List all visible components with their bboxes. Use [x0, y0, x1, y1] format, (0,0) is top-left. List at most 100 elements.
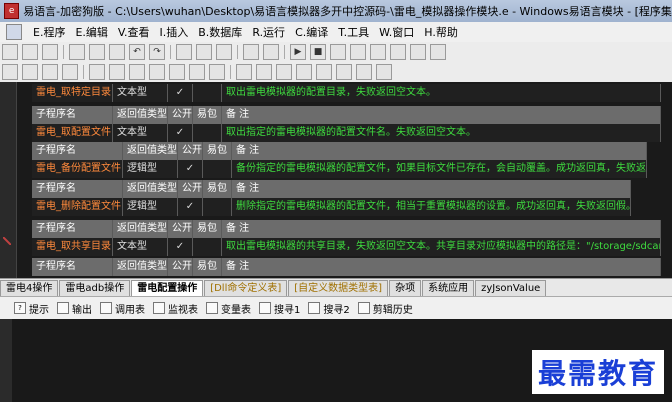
easy-package-cell[interactable]: [203, 198, 232, 216]
format-icon[interactable]: [256, 64, 272, 80]
public-check[interactable]: ✓: [178, 160, 203, 178]
format-icon[interactable]: [356, 64, 372, 80]
table-row[interactable]: 雷电_删除配置文件 逻辑型 ✓ 删除指定的雷电模拟器的配置文件，相当于重置模拟器…: [32, 198, 631, 216]
tab-misc[interactable]: 杂项: [389, 280, 422, 296]
panel-tab-clip-history[interactable]: 剪辑历史: [357, 301, 413, 316]
menu-insert[interactable]: I.插入: [155, 24, 194, 40]
menu-tools[interactable]: T.工具: [333, 24, 374, 40]
subroutine-name[interactable]: 雷电_取特定目录: [32, 84, 113, 102]
compile-icon[interactable]: [430, 44, 446, 60]
panel-tab-search2[interactable]: 搜寻2: [308, 301, 350, 316]
replace-icon[interactable]: [196, 44, 212, 60]
tab-system-apps[interactable]: 系统应用: [422, 280, 475, 296]
public-check[interactable]: ✓: [168, 84, 193, 102]
format-icon[interactable]: [42, 64, 58, 80]
table-row[interactable]: 雷电_取共享目录 文本型 ✓ 取出雷电模拟器的共享目录，失败返回空文本。共享目录…: [32, 238, 661, 256]
code-editor[interactable]: 雷电_取特定目录 文本型 ✓ 取出雷电模拟器的配置目录，失败返回空文本。 子程序…: [0, 82, 672, 278]
format-icon[interactable]: [89, 64, 105, 80]
open-file-icon[interactable]: [22, 44, 38, 60]
breakpoint-icon[interactable]: [410, 44, 426, 60]
panel-tab-call-table[interactable]: 调用表: [100, 301, 145, 316]
menu-help[interactable]: H.帮助: [419, 24, 463, 40]
tab-leidian4[interactable]: 雷电4操作: [0, 280, 59, 296]
menu-compile[interactable]: C.编译: [290, 24, 333, 40]
table-row[interactable]: 雷电_取配置文件 文本型 ✓ 取出指定的雷电模拟器的配置文件名。失败返回空文本。: [32, 124, 661, 142]
panel-tab-hint[interactable]: ? 提示: [14, 301, 49, 316]
list-icon[interactable]: [263, 44, 279, 60]
step-over-icon[interactable]: [350, 44, 366, 60]
easy-package-cell[interactable]: [203, 160, 232, 178]
note-cell[interactable]: 取出雷电模拟器的共享目录，失败返回空文本。共享目录对应模拟器中的路径是："/st…: [222, 238, 661, 256]
note-cell[interactable]: 取出雷电模拟器的配置目录，失败返回空文本。: [222, 84, 661, 102]
undo-icon[interactable]: ↶: [129, 44, 145, 60]
redo-icon[interactable]: ↷: [149, 44, 165, 60]
note-cell[interactable]: 备份指定的雷电模拟器的配置文件，如果目标文件已存在，会自动覆盖。成功返回真，失败…: [232, 160, 647, 178]
format-icon[interactable]: [189, 64, 205, 80]
cut-icon[interactable]: [69, 44, 85, 60]
find-icon[interactable]: [176, 44, 192, 60]
easy-package-cell[interactable]: [193, 124, 222, 142]
panel-tab-variables[interactable]: 变量表: [206, 301, 251, 316]
panel-tab-watch[interactable]: 监视表: [153, 301, 198, 316]
tab-zyjsonvalue[interactable]: zyJsonValue: [475, 280, 547, 296]
format-icon[interactable]: [149, 64, 165, 80]
save-icon[interactable]: [42, 44, 58, 60]
run-to-cursor-icon[interactable]: [390, 44, 406, 60]
easy-package-cell[interactable]: [193, 238, 222, 256]
new-file-icon[interactable]: [2, 44, 18, 60]
return-type[interactable]: 文本型: [113, 124, 168, 142]
menu-run[interactable]: R.运行: [247, 24, 290, 40]
tab-leidian-config[interactable]: 雷电配置操作: [131, 280, 204, 296]
subroutine-name[interactable]: 雷电_备份配置文件: [32, 160, 123, 178]
tab-leidian-adb[interactable]: 雷电adb操作: [59, 280, 131, 296]
window-icon[interactable]: [243, 44, 259, 60]
paste-icon[interactable]: [109, 44, 125, 60]
format-icon[interactable]: [109, 64, 125, 80]
header-note: 备 注: [232, 180, 631, 198]
format-icon[interactable]: [62, 64, 78, 80]
menu-edit[interactable]: E.编辑: [70, 24, 112, 40]
return-type[interactable]: 文本型: [113, 238, 168, 256]
menu-database[interactable]: B.数据库: [193, 24, 247, 40]
format-icon[interactable]: [376, 64, 392, 80]
tab-custom-types[interactable]: [自定义数据类型表]: [288, 280, 389, 296]
format-icon[interactable]: [209, 64, 225, 80]
format-icon[interactable]: [129, 64, 145, 80]
menu-window[interactable]: W.窗口: [374, 24, 419, 40]
table-row[interactable]: 雷电_备份配置文件 逻辑型 ✓ 备份指定的雷电模拟器的配置文件，如果目标文件已存…: [32, 160, 647, 178]
system-menu-icon[interactable]: [6, 24, 22, 40]
step-out-icon[interactable]: [370, 44, 386, 60]
subroutine-name[interactable]: 雷电_取共享目录: [32, 238, 113, 256]
public-check[interactable]: ✓: [168, 238, 193, 256]
return-type[interactable]: 逻辑型: [123, 160, 178, 178]
table-row[interactable]: 雷电_取特定目录 文本型 ✓ 取出雷电模拟器的配置目录，失败返回空文本。: [32, 84, 661, 102]
format-icon[interactable]: [336, 64, 352, 80]
public-check[interactable]: ✓: [178, 198, 203, 216]
format-icon[interactable]: [276, 64, 292, 80]
panel-tab-search1[interactable]: 搜寻1: [259, 301, 300, 316]
format-icon[interactable]: [316, 64, 332, 80]
menu-view[interactable]: V.查看: [113, 24, 155, 40]
menu-program[interactable]: E.程序: [28, 24, 70, 40]
format-icon[interactable]: [22, 64, 38, 80]
copy-icon[interactable]: [89, 44, 105, 60]
public-check[interactable]: ✓: [168, 124, 193, 142]
subroutine-name[interactable]: 雷电_删除配置文件: [32, 198, 123, 216]
run-icon[interactable]: ▶: [290, 44, 306, 60]
format-icon[interactable]: [296, 64, 312, 80]
note-cell[interactable]: 取出指定的雷电模拟器的配置文件名。失败返回空文本。: [222, 124, 661, 142]
format-icon[interactable]: [169, 64, 185, 80]
easy-package-cell[interactable]: [193, 84, 222, 102]
subroutine-name[interactable]: 雷电_取配置文件: [32, 124, 113, 142]
return-type[interactable]: 文本型: [113, 84, 168, 102]
stop-icon[interactable]: ■: [310, 44, 326, 60]
return-type[interactable]: 逻辑型: [123, 198, 178, 216]
panel-tab-output[interactable]: 输出: [57, 301, 92, 316]
format-icon[interactable]: [236, 64, 252, 80]
toolbar-separator: [284, 45, 285, 59]
note-cell[interactable]: 删除指定的雷电模拟器的配置文件，相当于重置模拟器的设置。成功返回真，失败返回假。: [232, 198, 631, 216]
step-into-icon[interactable]: [330, 44, 346, 60]
bookmark-icon[interactable]: [216, 44, 232, 60]
tab-dll-commands[interactable]: [Dll命令定义表]: [204, 280, 288, 296]
format-icon[interactable]: [2, 64, 18, 80]
